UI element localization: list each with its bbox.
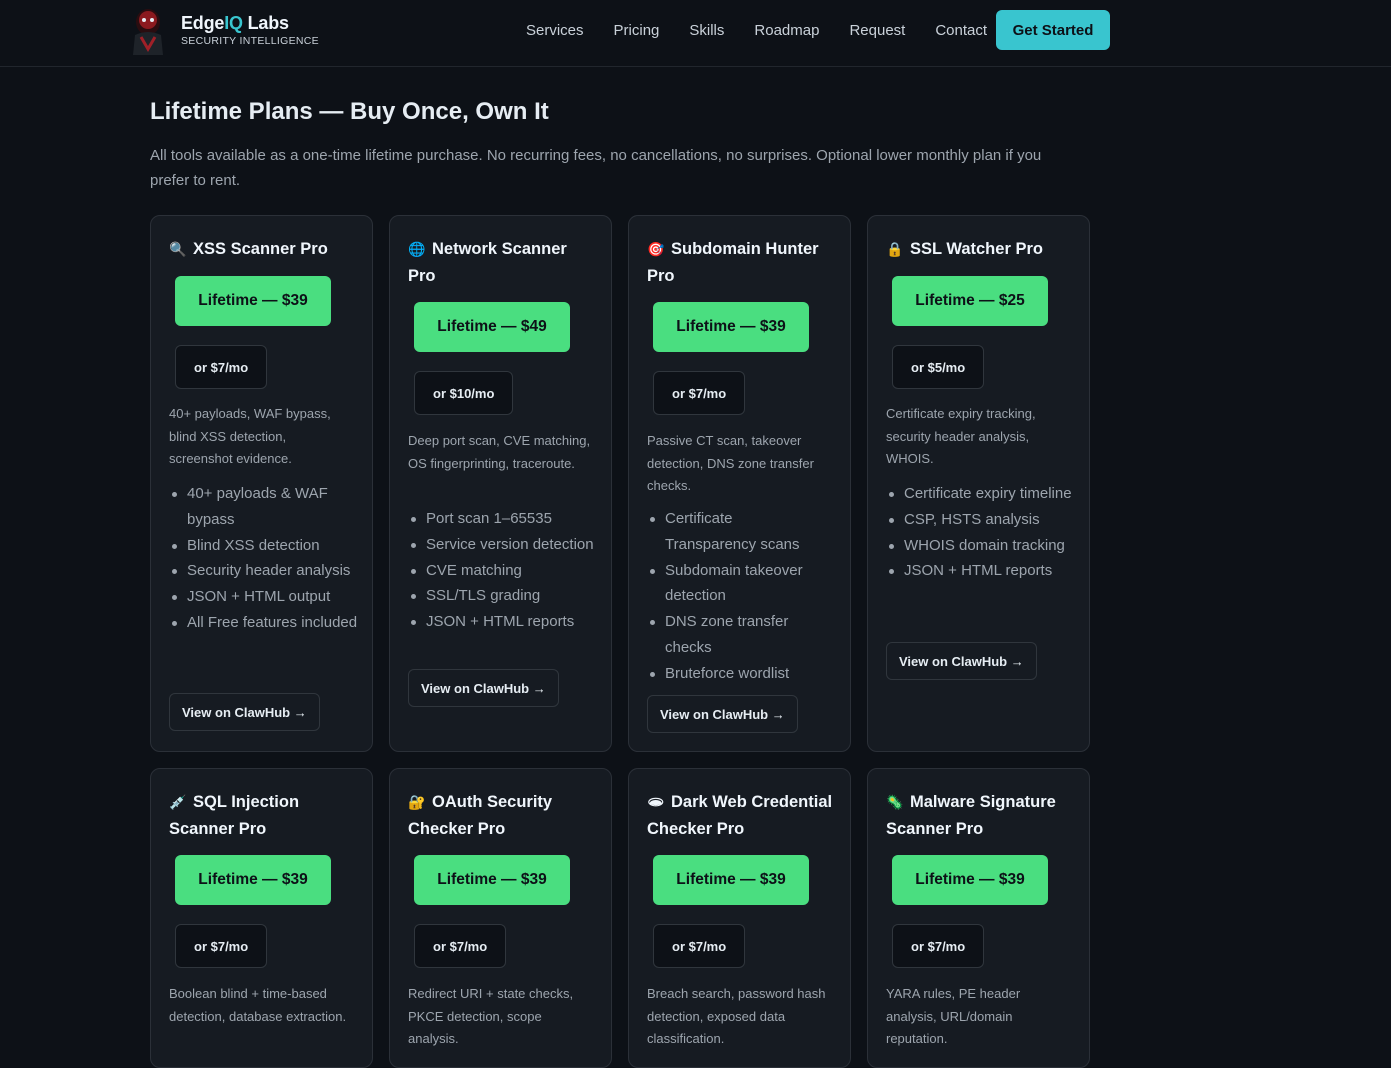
- list-item: SSL/TLS grading: [408, 583, 598, 609]
- card-title: 🌐 Network Scanner Pro: [408, 236, 598, 290]
- monthly-plan-button[interactable]: or $7/mo: [892, 924, 985, 968]
- card-description: Deep port scan, CVE matching, OS fingerp…: [408, 433, 591, 471]
- card-description: Redirect URI + state checks, PKCE detect…: [408, 986, 574, 1046]
- card-description: Boolean blind + time-based detection, da…: [169, 986, 347, 1024]
- list-item: JSON + HTML reports: [408, 609, 598, 635]
- list-item: Port scan 1–65535: [408, 506, 598, 532]
- plan-card-network-scanner: 🌐 Network Scanner Pro Lifetime — $49 or $…: [389, 215, 612, 752]
- bug-icon: 🦠: [886, 794, 904, 810]
- dark-web-icon: 🕳: [647, 794, 665, 810]
- feature-list: Port scan 1–65535 Service version detect…: [408, 506, 598, 635]
- card-title: 💉 SQL Injection Scanner Pro: [169, 789, 359, 843]
- monthly-plan-button[interactable]: or $7/mo: [653, 371, 746, 415]
- logo-mascot-icon[interactable]: [129, 5, 167, 55]
- monthly-plan-button[interactable]: or $10/mo: [414, 371, 514, 415]
- card-description: YARA rules, PE header analysis, URL/doma…: [886, 986, 1021, 1046]
- list-item: Certificate Transparency scans: [647, 506, 827, 558]
- monthly-plan-button[interactable]: or $7/mo: [175, 924, 268, 968]
- page-title: Lifetime Plans — Buy Once, Own It: [150, 98, 549, 125]
- view-on-clawhub-link[interactable]: View on ClawHub →: [169, 693, 320, 731]
- list-item: JSON + HTML output: [169, 584, 359, 610]
- feature-list: 40+ payloads & WAF bypass Blind XSS dete…: [169, 481, 359, 636]
- card-description: Passive CT scan, takeover detection, DNS…: [647, 433, 814, 493]
- lifetime-buy-button[interactable]: Lifetime — $39: [175, 276, 331, 326]
- plan-card-ssl-watcher: 🔒 SSL Watcher Pro Lifetime — $25 or $5/mo…: [867, 215, 1090, 752]
- feature-list: Certificate expiry timeline CSP, HSTS an…: [886, 481, 1076, 584]
- card-description: Breach search, password hash detection, …: [647, 986, 826, 1046]
- feature-list: Certificate Transparency scans Subdomain…: [647, 506, 827, 687]
- lock-icon: 🔒: [886, 241, 904, 257]
- plan-card-sql-injection: 💉 SQL Injection Scanner Pro Lifetime — $3…: [150, 768, 373, 1068]
- page-description: All tools available as a one-time lifeti…: [150, 147, 1042, 189]
- view-on-clawhub-link[interactable]: View on ClawHub →: [408, 669, 559, 707]
- list-item: Bruteforce wordlist: [647, 661, 827, 687]
- plan-card-subdomain-hunter: 🎯 Subdomain Hunter Pro Lifetime — $39 or …: [628, 215, 851, 752]
- nav-skills[interactable]: Skills: [674, 20, 739, 42]
- main-nav: Services Pricing Skills Roadmap Request …: [511, 20, 1002, 42]
- card-title: 🦠 Malware Signature Scanner Pro: [886, 789, 1076, 843]
- list-item: JSON + HTML reports: [886, 558, 1076, 584]
- lifetime-buy-button[interactable]: Lifetime — $39: [892, 855, 1048, 905]
- get-started-button[interactable]: Get Started: [996, 10, 1110, 50]
- plan-card-malware-scanner: 🦠 Malware Signature Scanner Pro Lifetime …: [867, 768, 1090, 1068]
- syringe-icon: 💉: [169, 794, 187, 810]
- lifetime-buy-button[interactable]: Lifetime — $39: [175, 855, 331, 905]
- card-title: 🔐 OAuth Security Checker Pro: [408, 789, 598, 843]
- monthly-plan-button[interactable]: or $5/mo: [892, 345, 985, 389]
- brand-tagline: SECURITY INTELLIGENCE: [181, 35, 319, 47]
- view-on-clawhub-link[interactable]: View on ClawHub →: [647, 695, 798, 733]
- target-icon: 🎯: [647, 241, 665, 257]
- monthly-plan-button[interactable]: or $7/mo: [175, 345, 268, 389]
- card-description: Certificate expiry tracking, security he…: [886, 406, 1036, 466]
- list-item: All Free features included: [169, 610, 359, 636]
- plan-card-oauth-checker: 🔐 OAuth Security Checker Pro Lifetime — $…: [389, 768, 612, 1068]
- list-item: Certificate expiry timeline: [886, 481, 1076, 507]
- globe-icon: 🌐: [408, 241, 426, 257]
- lifetime-buy-button[interactable]: Lifetime — $39: [653, 855, 809, 905]
- plan-card-xss-scanner: 🔍 XSS Scanner Pro Lifetime — $39 or $7/mo…: [150, 215, 373, 752]
- lifetime-buy-button[interactable]: Lifetime — $39: [653, 302, 809, 352]
- list-item: 40+ payloads & WAF bypass: [169, 481, 359, 533]
- monthly-plan-button[interactable]: or $7/mo: [414, 924, 507, 968]
- list-item: Subdomain takeover detection: [647, 558, 827, 610]
- list-item: Blind XSS detection: [169, 533, 359, 559]
- list-item: Security header analysis: [169, 558, 359, 584]
- card-title: 🔒 SSL Watcher Pro: [886, 236, 1076, 263]
- nav-contact[interactable]: Contact: [920, 20, 1002, 42]
- lifetime-buy-button[interactable]: Lifetime — $25: [892, 276, 1048, 326]
- card-title: 🕳 Dark Web Credential Checker Pro: [647, 789, 837, 843]
- lifetime-buy-button[interactable]: Lifetime — $39: [414, 855, 570, 905]
- lifetime-buy-button[interactable]: Lifetime — $49: [414, 302, 570, 352]
- magnifier-icon: 🔍: [169, 241, 187, 257]
- card-description: 40+ payloads, WAF bypass, blind XSS dete…: [169, 406, 331, 466]
- nav-roadmap[interactable]: Roadmap: [739, 20, 834, 42]
- list-item: Service version detection: [408, 532, 598, 558]
- nav-pricing[interactable]: Pricing: [599, 20, 675, 42]
- list-item: DNS zone transfer checks: [647, 609, 827, 661]
- key-lock-icon: 🔐: [408, 794, 426, 810]
- brand-name[interactable]: EdgeIQ Labs: [181, 13, 289, 34]
- view-on-clawhub-link[interactable]: View on ClawHub →: [886, 642, 1037, 680]
- plan-card-dark-web-checker: 🕳 Dark Web Credential Checker Pro Lifetim…: [628, 768, 851, 1068]
- list-item: WHOIS domain tracking: [886, 533, 1076, 559]
- nav-request[interactable]: Request: [834, 20, 920, 42]
- monthly-plan-button[interactable]: or $7/mo: [653, 924, 746, 968]
- list-item: CVE matching: [408, 558, 598, 584]
- list-item: CSP, HSTS analysis: [886, 507, 1076, 533]
- nav-services[interactable]: Services: [511, 20, 599, 42]
- card-title: 🔍 XSS Scanner Pro: [169, 236, 359, 263]
- top-navbar: EdgeIQ Labs SECURITY INTELLIGENCE Servic…: [0, 0, 1391, 67]
- card-title: 🎯 Subdomain Hunter Pro: [647, 236, 837, 290]
